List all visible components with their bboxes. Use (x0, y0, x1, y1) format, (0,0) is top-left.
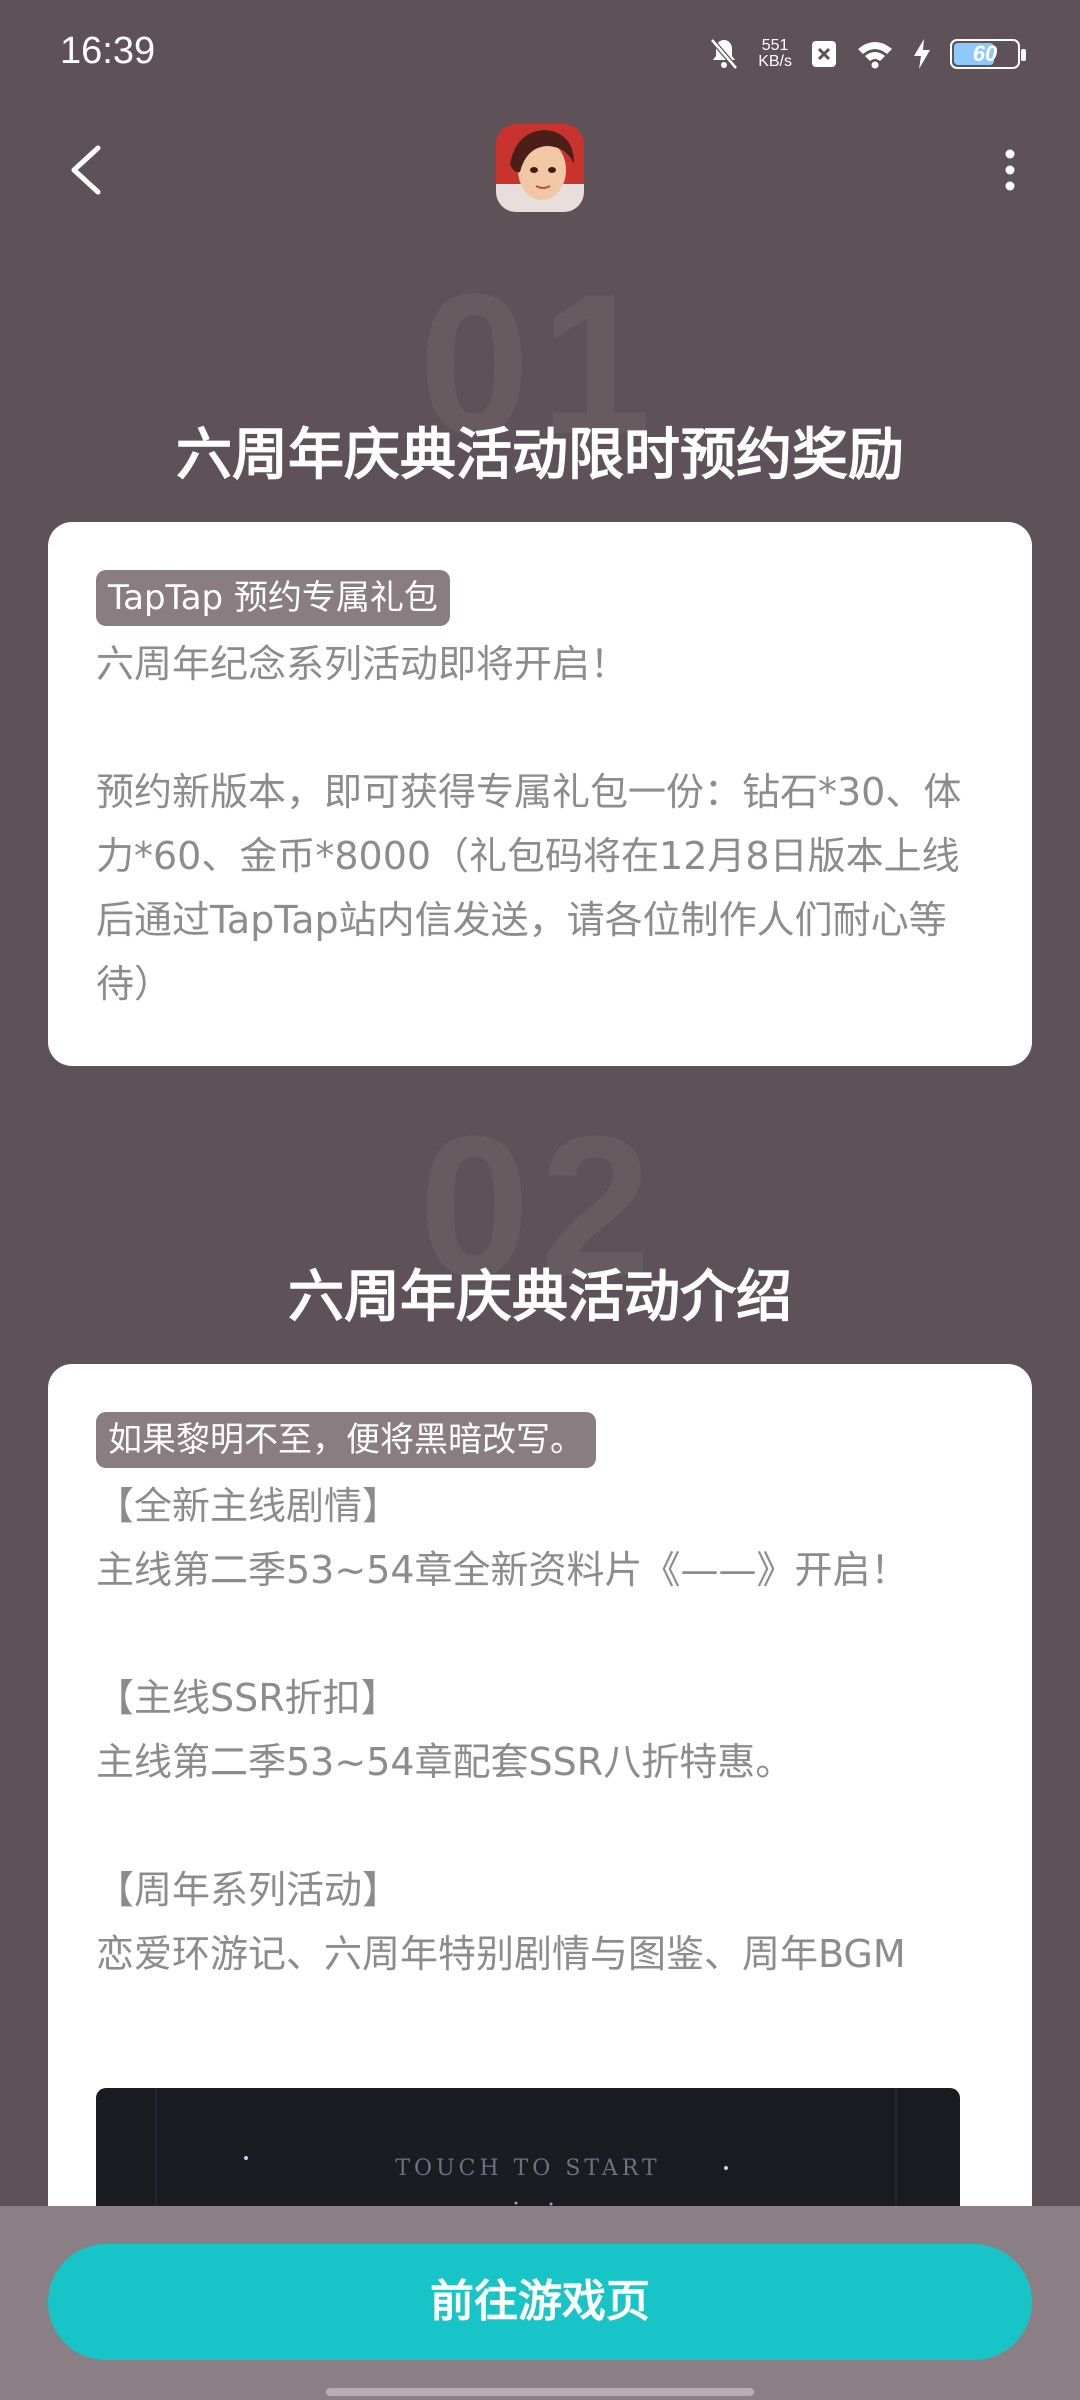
status-time: 16:39 (60, 30, 156, 72)
home-indicator[interactable] (326, 2388, 754, 2396)
game-avatar-icon (496, 124, 584, 212)
game-app-icon[interactable] (496, 124, 584, 212)
wifi-icon (858, 42, 892, 69)
event-description: 【全新主线剧情】 主线第二季53~54章全新资料片《——》开启！ 【主线SSR折… (96, 1484, 909, 1976)
network-speed: 551 KB/s (758, 38, 792, 70)
battery-level: 60 (972, 41, 998, 66)
slogan-tag: 如果黎明不至，便将黑暗改写。 (96, 1412, 596, 1468)
top-bar (0, 120, 1080, 220)
more-vertical-icon (1005, 149, 1015, 191)
status-bar: 16:39 551 KB/s 60 (0, 0, 1080, 110)
back-arrow-icon (71, 145, 101, 195)
gift-pack-tag: TapTap 预约专属礼包 (96, 570, 450, 626)
back-button[interactable] (60, 140, 120, 200)
net-speed-value: 551 (761, 37, 789, 54)
net-speed-unit: KB/s (758, 53, 792, 70)
video-caption: TOUCH TO START (395, 2156, 661, 2181)
sim-x-icon (812, 41, 836, 67)
section-title-1: 六周年庆典活动限时预约奖励 (176, 423, 904, 488)
section-title-2: 六周年庆典活动介绍 (288, 1265, 792, 1330)
status-icons: 551 KB/s 60 (708, 34, 1026, 74)
bell-muted-icon (710, 38, 739, 70)
charging-icon (914, 39, 930, 69)
battery-icon: 60 (950, 39, 1026, 69)
reward-description: 六周年纪念系列活动即将开启！ 预约新版本，即可获得专属礼包一份：钻石*30、体力… (96, 642, 962, 1006)
go-to-game-page-button[interactable]: 前往游戏页 (48, 2244, 1032, 2360)
more-menu-button[interactable] (980, 140, 1040, 200)
bottom-action-bar: 前往游戏页 (0, 2206, 1080, 2400)
reservation-reward-card: TapTap 预约专属礼包 六周年纪念系列活动即将开启！ 预约新版本，即可获得专… (48, 522, 1032, 1066)
